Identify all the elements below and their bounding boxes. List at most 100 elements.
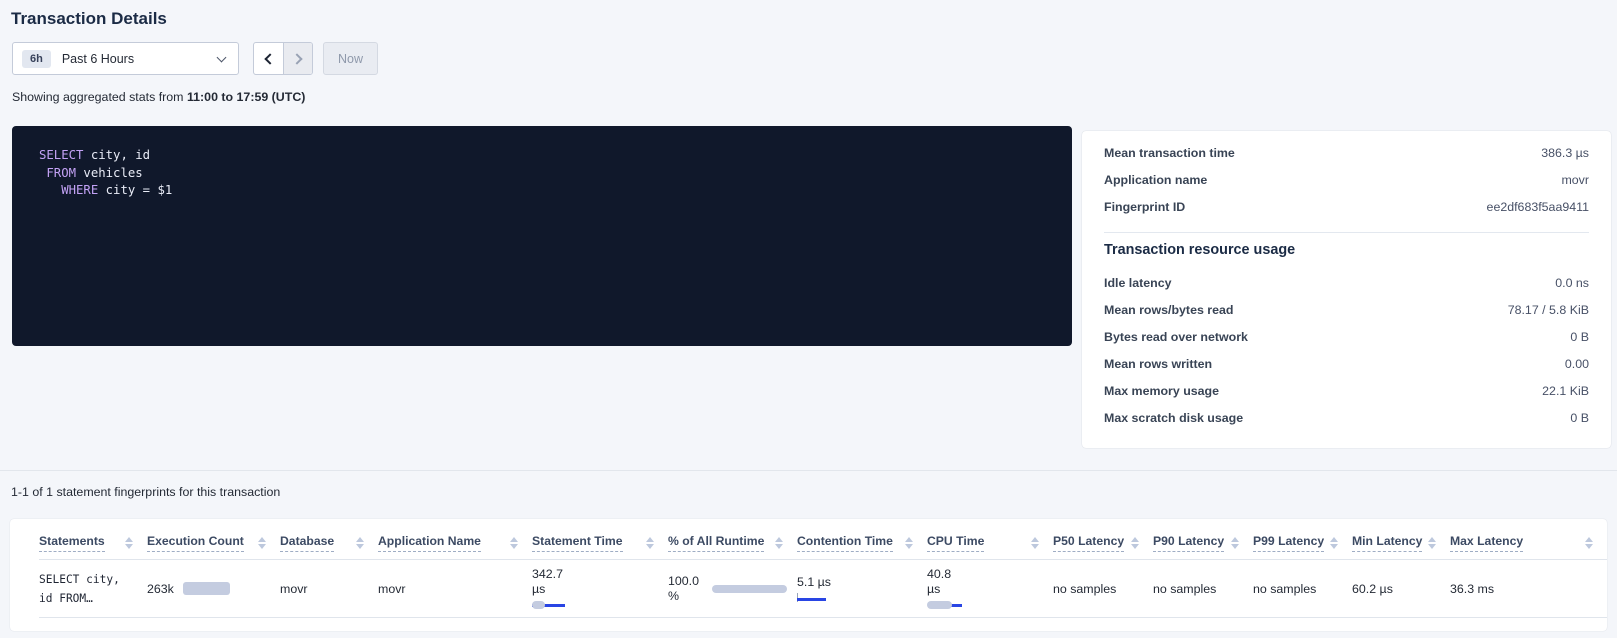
resource-value: 0 B [1570,412,1589,425]
runtime-bar [712,585,787,593]
execution-count-cell: 263k [147,560,280,618]
resource-row: Max memory usage 22.1 KiB [1104,378,1589,405]
column-header-max-latency[interactable]: Max Latency [1450,519,1607,560]
resource-value: 0 B [1570,331,1589,344]
resource-row: Bytes read over network 0 B [1104,324,1589,351]
runtime-pct-cell: 100.0 % [668,560,797,618]
stats-range: 11:00 to 17:59 (UTC) [187,90,305,104]
statement-link[interactable]: SELECT city,id FROM… [39,570,147,608]
sort-icon[interactable] [1330,537,1338,549]
sort-icon[interactable] [510,537,518,549]
transaction-summary-card: Mean transaction time 386.3 µs Applicati… [1082,131,1611,448]
statement-time-bar [532,601,668,610]
summary-label: Mean transaction time [1104,147,1235,160]
sort-icon[interactable] [258,537,266,549]
sort-icon[interactable] [775,537,783,549]
sort-icon[interactable] [125,537,133,549]
chevron-right-icon [291,53,302,64]
summary-value: 386.3 µs [1541,147,1589,160]
page-title: Transaction Details [11,9,1607,29]
next-time-button[interactable] [283,43,312,74]
min-latency-cell: 60.2 µs [1352,560,1450,618]
resource-label: Idle latency [1104,277,1172,290]
sql-line: FROM vehicles [39,165,1072,183]
resource-row: Mean rows written 0.00 [1104,351,1589,378]
sort-icon[interactable] [1585,537,1593,549]
cpu-time-bar [927,601,1053,610]
contention-time-cell: 5.1 µs [797,560,927,618]
resource-label: Mean rows written [1104,358,1212,371]
application-name-cell: movr [378,560,532,618]
time-range-badge: 6h [22,50,51,68]
resource-label: Mean rows/bytes read [1104,304,1233,317]
column-header-execution-count[interactable]: Execution Count [147,519,280,560]
resource-label: Bytes read over network [1104,331,1248,344]
runtime-value: 100.0 [668,574,699,589]
time-range-dropdown[interactable]: 6h Past 6 Hours [12,42,239,75]
resource-value: 0.00 [1565,358,1589,371]
statement-time-value: 342.7 [532,567,668,582]
p50-latency-cell: no samples [1053,560,1153,618]
table-row: SELECT city,id FROM… 263k movr movr 342.… [39,560,1607,618]
column-header-runtime-pct[interactable]: % of All Runtime [668,519,797,560]
column-header-p90-latency[interactable]: P90 Latency [1153,519,1253,560]
section-divider [0,470,1617,471]
statement-cell[interactable]: SELECT city,id FROM… [39,560,147,618]
column-header-statements[interactable]: Statements [39,519,147,560]
fingerprint-count-text: 1-1 of 1 statement fingerprints for this… [11,485,1617,499]
column-header-application-name[interactable]: Application Name [378,519,532,560]
cpu-time-unit: µs [927,582,1053,597]
sql-query-box: SELECT city, id FROM vehicles WHERE city… [12,126,1072,346]
statement-time-unit: µs [532,582,668,597]
column-header-min-latency[interactable]: Min Latency [1352,519,1450,560]
resource-label: Max memory usage [1104,385,1219,398]
resource-value: 78.17 / 5.8 KiB [1508,304,1589,317]
sort-icon[interactable] [1231,537,1239,549]
sort-icon[interactable] [646,537,654,549]
summary-row: Mean transaction time 386.3 µs [1104,140,1589,167]
summary-value: ee2df683f5aa9411 [1487,201,1589,214]
statements-table: Statements Execution Count Database Appl… [39,519,1607,618]
sort-icon[interactable] [1031,537,1039,549]
execution-count-value: 263k [147,582,174,596]
resource-row: Mean rows/bytes read 78.17 / 5.8 KiB [1104,297,1589,324]
aggregated-stats-text: Showing aggregated stats from 11:00 to 1… [12,90,1607,104]
column-header-cpu-time[interactable]: CPU Time [927,519,1053,560]
stats-prefix: Showing aggregated stats from [12,90,187,104]
column-header-contention-time[interactable]: Contention Time [797,519,927,560]
details-section: SELECT city, id FROM vehicles WHERE city… [0,104,1617,448]
max-latency-cell: 36.3 ms [1450,560,1607,618]
resource-label: Max scratch disk usage [1104,412,1243,425]
column-header-p50-latency[interactable]: P50 Latency [1053,519,1153,560]
column-header-statement-time[interactable]: Statement Time [532,519,668,560]
sql-line: WHERE city = $1 [39,182,1072,200]
summary-row: Application name movr [1104,167,1589,194]
summary-value: movr [1561,174,1589,187]
summary-label: Fingerprint ID [1104,201,1185,214]
sort-icon[interactable] [905,537,913,549]
sort-icon[interactable] [1428,537,1436,549]
runtime-unit: % [668,589,699,604]
table-header-row: Statements Execution Count Database Appl… [39,519,1607,560]
contention-time-value: 5.1 µs [797,575,927,590]
column-header-database[interactable]: Database [280,519,378,560]
time-range-label: Past 6 Hours [62,52,218,66]
prev-time-button[interactable] [254,43,283,74]
resource-row: Max scratch disk usage 0 B [1104,405,1589,432]
summary-row: Fingerprint ID ee2df683f5aa9411 [1104,194,1589,221]
statement-time-cell: 342.7 µs [532,560,668,618]
sort-icon[interactable] [1131,537,1139,549]
page-header: Transaction Details 6h Past 6 Hours Now … [0,0,1617,104]
execution-count-bar [183,582,230,595]
chevron-down-icon [217,52,227,62]
chevron-left-icon [264,53,275,64]
sql-line: SELECT city, id [39,147,1072,165]
p99-latency-cell: no samples [1253,560,1352,618]
contention-time-bar [797,594,927,603]
cpu-time-value: 40.8 [927,567,1053,582]
now-button[interactable]: Now [323,42,378,75]
column-header-p99-latency[interactable]: P99 Latency [1253,519,1352,560]
sort-icon[interactable] [356,537,364,549]
resource-usage-title: Transaction resource usage [1104,242,1589,258]
resource-value: 22.1 KiB [1542,385,1589,398]
